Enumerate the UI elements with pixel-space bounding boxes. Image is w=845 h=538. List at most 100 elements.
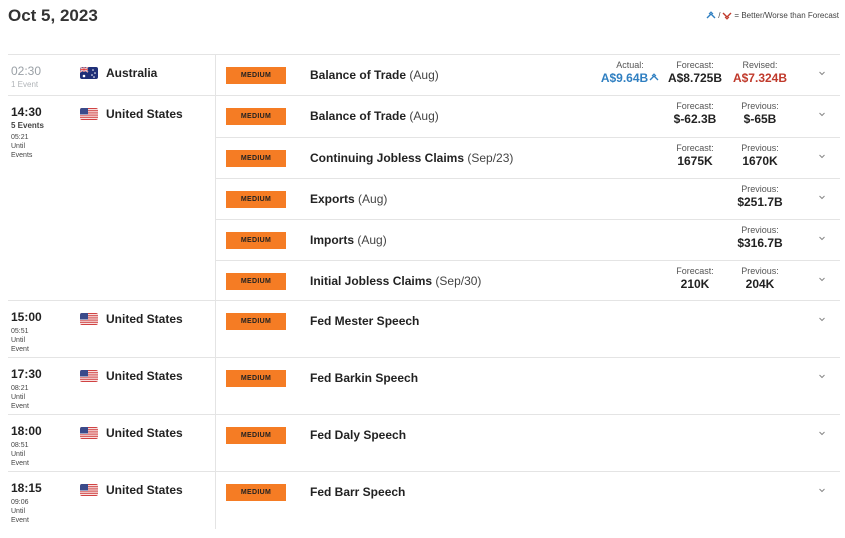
calendar-date: Oct 5, 2023 [8,6,98,25]
legend-text: = Better/Worse than Forecast [734,11,839,20]
stat-label: Previous: [741,184,779,194]
event-title: Balance of Trade [310,68,407,82]
event-row[interactable]: MEDIUM Fed Daly Speech [216,415,840,472]
stat-label: Forecast: [676,266,714,276]
stat-value-text: 204K [745,277,775,291]
event-title: Balance of Trade [310,109,407,123]
event-name[interactable]: Initial Jobless Claims (Sep/30) [310,274,481,288]
impact-badge: MEDIUM [226,313,286,330]
stat-previous: Previous: 1670K [728,143,792,168]
stat-value-text: A$7.324B [732,71,788,85]
stat-value-text: 1675K [677,154,713,168]
stat-previous: Previous: 204K [728,266,792,291]
stat-label: Revised: [742,60,778,70]
countdown: 05:51 Until Event [11,327,78,354]
stat-forecast: Forecast: 1675K [663,143,727,168]
event-time: 15:00 [11,310,42,324]
chevron-down-icon[interactable] [818,315,826,323]
stat-previous: Previous: $-65B [728,101,792,126]
event-name[interactable]: Exports (Aug) [310,192,387,206]
countdown-line: 08:51 [11,442,29,449]
event-row[interactable]: MEDIUM Continuing Jobless Claims (Sep/23)… [216,137,840,178]
countdown-line: 05:51 [11,328,29,335]
event-row[interactable]: MEDIUM Exports (Aug) Previous: $251.7B [216,178,840,219]
chevron-down-icon[interactable] [818,234,826,242]
event-name[interactable]: Balance of Trade (Aug) [310,68,439,82]
event-row[interactable]: MEDIUM Balance of Trade (Aug) Forecast: $-6… [216,96,840,137]
stat-label: Forecast: [676,101,714,111]
event-name[interactable]: Fed Daly Speech [310,428,406,442]
chevron-down-icon[interactable] [818,69,826,77]
event-name[interactable]: Balance of Trade (Aug) [310,109,439,123]
us-flag-icon [80,370,98,382]
chevron-down-icon[interactable] [818,486,826,494]
australia-flag-icon [80,67,98,79]
event-row[interactable]: MEDIUM Initial Jobless Claims (Sep/30) For… [216,260,840,301]
stat-value-text: $316.7B [737,236,783,250]
event-period: (Sep/23) [467,151,514,165]
countdown-line: Event [11,346,29,353]
event-title: Fed Mester Speech [310,314,420,328]
countdown-line: Until [11,337,26,344]
stat-value-text: 1670K [742,154,778,168]
event-name[interactable]: Continuing Jobless Claims (Sep/23) [310,151,513,165]
time-column: 18:15 09:06 Until Event [8,472,78,525]
country-name: United States [106,312,183,326]
stat-value: A$8.725B [663,71,727,85]
event-row[interactable]: MEDIUM Balance of Trade (Aug) Actual: A$9.6… [216,55,840,96]
event-row[interactable]: MEDIUM Fed Barr Speech [216,472,840,529]
event-time: 14:30 [11,105,42,119]
us-flag-icon [80,427,98,439]
event-row[interactable]: MEDIUM Fed Barkin Speech [216,358,840,415]
impact-badge: MEDIUM [226,67,286,84]
country-name: United States [106,483,183,497]
impact-badge: MEDIUM [226,232,286,249]
event-time: 02:30 [11,64,42,78]
event-group: 02:30 1 Event Australia MEDIUM Balance of Tr… [8,54,840,96]
event-rows: MEDIUM Fed Barr Speech [215,472,840,529]
event-rows: MEDIUM Balance of Trade (Aug) Actual: A$9.6… [215,55,840,96]
stat-value-text: $-62.3B [673,112,717,126]
stat-label: Previous: [741,266,779,276]
event-row[interactable]: MEDIUM Fed Mester Speech [216,301,840,358]
event-title: Fed Barr Speech [310,485,406,499]
stat-value: A$7.324B [728,71,792,85]
event-rows: MEDIUM Fed Barkin Speech [215,358,840,415]
forecast-legend: / = Better/Worse than Forecast [706,11,839,20]
event-row[interactable]: MEDIUM Imports (Aug) Previous: $316.7B [216,219,840,260]
chevron-down-icon[interactable] [818,429,826,437]
country: Australia [80,66,215,80]
event-title: Continuing Jobless Claims [310,151,465,165]
countdown-line: Until [11,143,26,150]
country-name: United States [106,107,183,121]
worse-arrow-icon [722,12,732,20]
chevron-down-icon[interactable] [818,193,826,201]
better-arrow-icon [706,11,716,19]
time-column: 17:30 08:21 Until Event [8,358,78,411]
event-name[interactable]: Imports (Aug) [310,233,387,247]
event-name[interactable]: Fed Barr Speech [310,485,405,499]
stat-value-text: $251.7B [737,195,783,209]
calendar-header: Oct 5, 2023 / = Better/Worse than Foreca… [8,6,839,28]
stat-value: $-65B [728,112,792,126]
stat-actual: Actual: A$9.64B [598,60,662,85]
impact-badge: MEDIUM [226,273,286,290]
stat-value: 210K [663,277,727,291]
us-flag-icon [80,484,98,496]
stat-value-text: $-65B [743,112,777,126]
chevron-down-icon[interactable] [818,275,826,283]
countdown-line: Events [11,152,33,159]
event-name[interactable]: Fed Barkin Speech [310,371,418,385]
chevron-down-icon[interactable] [818,372,826,380]
event-name[interactable]: Fed Mester Speech [310,314,419,328]
country-name: United States [106,426,183,440]
countdown-line: 08:21 [11,385,29,392]
event-group: 14:30 5 Events 05:21 Until Events United Stat… [8,95,840,301]
time-column: 15:00 05:51 Until Event [8,301,78,354]
countdown-line: 05:21 [11,134,29,141]
time-column: 14:30 5 Events 05:21 Until Events [8,96,78,160]
chevron-down-icon[interactable] [818,110,826,118]
chevron-down-icon[interactable] [818,152,826,160]
event-time: 17:30 [11,367,42,381]
countdown-line: Until [11,394,26,401]
